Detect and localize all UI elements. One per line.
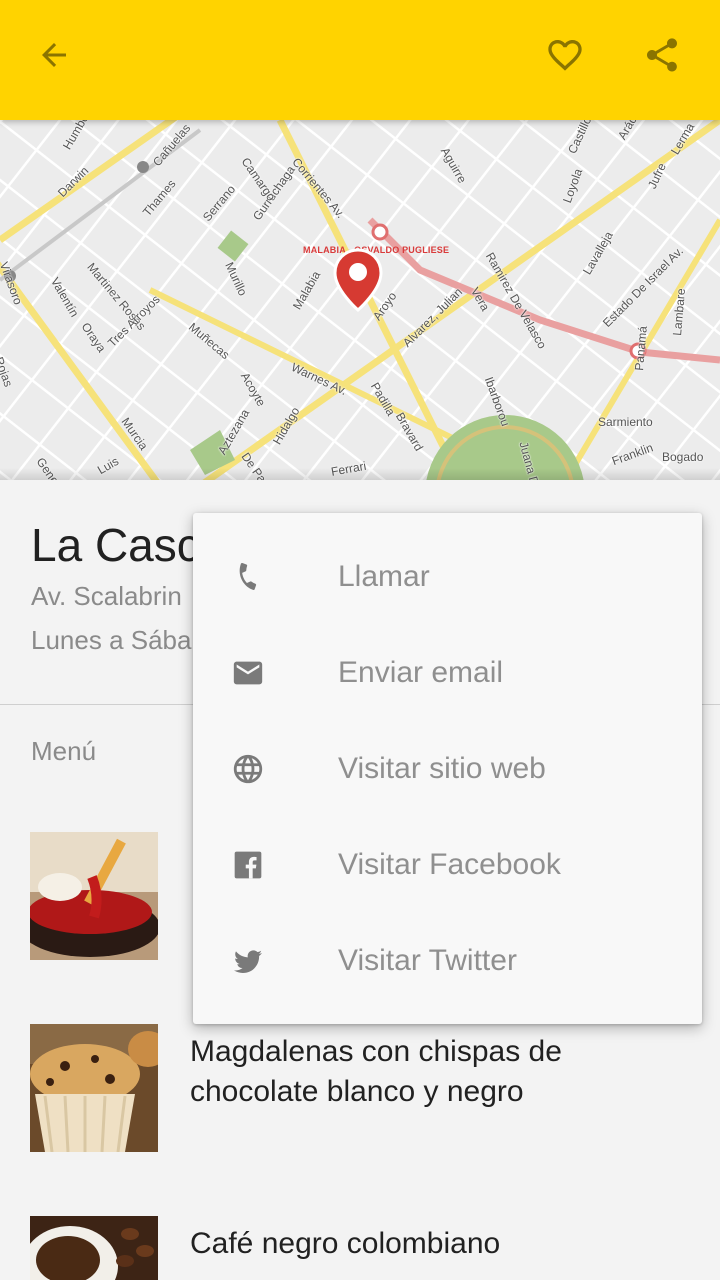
- arrow-back-icon[interactable]: [29, 30, 79, 80]
- menu-item-name[interactable]: Magdalenas con chispas de chocolate blan…: [190, 1032, 690, 1112]
- place-name: La Casc: [31, 519, 200, 571]
- menu-item-call[interactable]: Llamar: [193, 529, 702, 625]
- menu-item-twitter[interactable]: Visitar Twitter: [193, 913, 702, 1009]
- facebook-icon: [230, 847, 266, 883]
- phone-icon: [230, 559, 266, 595]
- menu-item-email[interactable]: Enviar email: [193, 625, 702, 721]
- menu-item-website[interactable]: Visitar sitio web: [193, 721, 702, 817]
- twitter-icon: [230, 943, 266, 979]
- menu-item-image-fries[interactable]: [30, 832, 158, 960]
- contact-popup-menu: Llamar Enviar email Visitar sitio web Vi…: [193, 513, 702, 1024]
- location-pin-icon: [332, 248, 384, 312]
- menu-item-name[interactable]: Café negro colombiano: [190, 1224, 690, 1264]
- menu-item-label: Enviar email: [338, 656, 504, 689]
- app-bar: [0, 0, 720, 120]
- place-address: Av. Scalabrin: [31, 581, 182, 611]
- menu-item-image-muffin[interactable]: [30, 1024, 158, 1152]
- menu-section-label: Menú: [31, 736, 97, 766]
- location-map[interactable]: MALABIA - OSVALDO PUGLIESE Humboldt Darwi…: [0, 120, 720, 480]
- share-icon[interactable]: [637, 30, 687, 80]
- map-street-label: Bogado: [662, 450, 704, 464]
- menu-item-image-coffee[interactable]: [30, 1216, 158, 1280]
- globe-icon: [230, 751, 266, 787]
- menu-item-label: Visitar sitio web: [338, 752, 546, 785]
- menu-item-label: Visitar Twitter: [338, 944, 517, 977]
- place-hours: Lunes a Sába: [31, 625, 192, 655]
- map-street-label: Sarmiento: [598, 415, 653, 429]
- email-icon: [230, 655, 266, 691]
- menu-item-label: Llamar: [338, 560, 430, 593]
- menu-item-facebook[interactable]: Visitar Facebook: [193, 817, 702, 913]
- menu-item-label: Visitar Facebook: [338, 848, 561, 881]
- heart-outline-icon[interactable]: [540, 30, 590, 80]
